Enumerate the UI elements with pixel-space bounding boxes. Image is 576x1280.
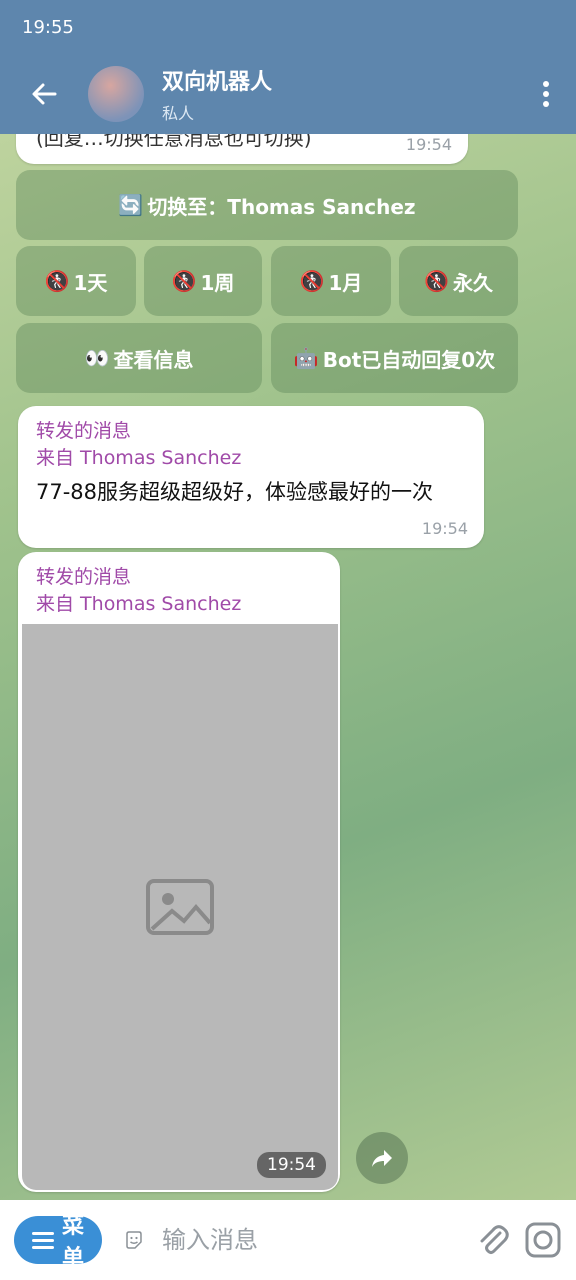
message-time: 19:54 <box>421 519 468 538</box>
sticker-icon[interactable] <box>124 1220 144 1260</box>
chat-title-area[interactable]: 双向机器人 私人 <box>162 64 516 124</box>
more-options-button[interactable] <box>516 54 576 134</box>
message-text: 77-88服务超级超级好，体验感最好的一次 <box>36 480 434 504</box>
robot-icon: 🤖 <box>293 346 319 370</box>
message-time: 19:54 <box>405 135 452 154</box>
ban-1-week-button[interactable]: 🚷 1周 <box>144 246 262 316</box>
back-button[interactable] <box>0 54 88 134</box>
attach-button[interactable] <box>476 1216 510 1264</box>
menu-button[interactable]: 菜单 <box>14 1214 103 1271</box>
ban-forever-label: 永久 <box>452 270 493 295</box>
auto-reply-label: Bot已自动回复0次 <box>322 347 496 372</box>
chat-area[interactable]: (回复…切换任意消息也可切换) 19:54 🔄 切换至：Thomas Sanch… <box>0 134 576 1200</box>
forward-label: 转发的消息 <box>36 566 132 588</box>
no-pedestrians-icon: 🚷 <box>424 269 449 293</box>
no-pedestrians-icon: 🚷 <box>44 269 70 293</box>
switch-button[interactable]: 🔄 切换至：Thomas Sanchez <box>16 170 518 240</box>
image-icon <box>146 879 214 935</box>
forward-source[interactable]: 来自 Thomas Sanchez <box>36 445 476 472</box>
chat-title: 双向机器人 <box>162 70 273 95</box>
eyes-icon: 👀 <box>84 346 110 370</box>
forward-source[interactable]: 来自 Thomas Sanchez <box>36 591 241 618</box>
status-bar: 19:55 <box>0 0 576 54</box>
message-input-bar: 菜单 <box>0 1200 576 1280</box>
auto-reply-button[interactable]: 🤖 Bot已自动回复0次 <box>271 323 518 393</box>
more-vertical-icon <box>543 81 549 107</box>
switch-arrows-icon: 🔄 <box>118 193 144 217</box>
ban-1-week-label: 1周 <box>200 270 235 295</box>
image-placeholder <box>22 624 338 1190</box>
share-button[interactable] <box>356 1132 408 1184</box>
message-bubble[interactable]: (回复…切换任意消息也可切换) 19:54 <box>16 134 468 164</box>
view-info-label: 查看信息 <box>113 347 194 372</box>
instant-camera-button[interactable] <box>524 1216 562 1264</box>
paperclip-icon <box>480 1225 509 1254</box>
chat-subtitle: 私人 <box>162 104 195 123</box>
no-pedestrians-icon: 🚷 <box>171 269 197 293</box>
back-arrow-icon <box>32 83 57 105</box>
view-info-button[interactable]: 👀 查看信息 <box>16 323 262 393</box>
forwarded-message[interactable]: 转发的消息 来自 Thomas Sanchez 77-88服务超级超级好，体验感… <box>18 406 484 548</box>
message-input[interactable] <box>162 1216 462 1264</box>
media-time: 19:54 <box>257 1152 326 1178</box>
share-arrow-icon <box>372 1150 392 1167</box>
switch-label: 切换至：Thomas Sanchez <box>147 194 416 219</box>
chat-avatar[interactable] <box>88 66 144 122</box>
camera-icon <box>525 1222 561 1258</box>
chat-header: 双向机器人 私人 <box>0 54 576 134</box>
media-placeholder[interactable]: 19:54 <box>22 624 338 1190</box>
menu-icon <box>32 1231 54 1249</box>
ban-1-month-button[interactable]: 🚷 1月 <box>271 246 391 316</box>
forward-label: 转发的消息 <box>36 420 132 442</box>
ban-1-day-label: 1天 <box>73 270 108 295</box>
menu-label: 菜单 <box>62 1214 85 1271</box>
ban-1-day-button[interactable]: 🚷 1天 <box>16 246 136 316</box>
status-time: 19:55 <box>22 16 74 38</box>
message-text: (回复…切换任意消息也可切换) <box>36 134 312 150</box>
no-pedestrians-icon: 🚷 <box>299 269 325 293</box>
ban-1-month-label: 1月 <box>328 270 363 295</box>
ban-forever-button[interactable]: 🚷 永久 <box>399 246 518 316</box>
